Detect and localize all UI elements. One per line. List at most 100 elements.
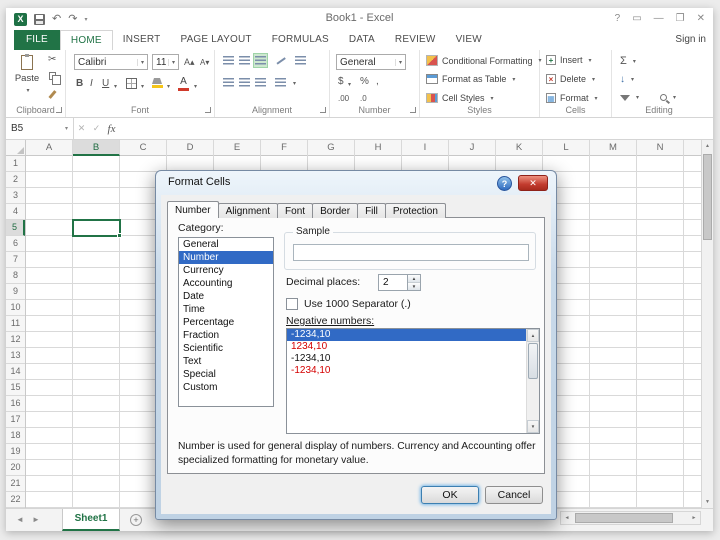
category-item-custom[interactable]: Custom: [179, 381, 273, 394]
number-dialog-launcher[interactable]: [410, 107, 416, 113]
row-header-18[interactable]: 18: [6, 428, 25, 444]
scroll-up-icon[interactable]: ▲: [527, 329, 539, 342]
autosum-button[interactable]: Σ ▾: [620, 55, 636, 67]
row-header-9[interactable]: 9: [6, 284, 25, 300]
help-icon[interactable]: ?: [615, 11, 621, 27]
column-header-c[interactable]: C: [120, 140, 167, 156]
merge-center-button[interactable]: [273, 75, 288, 90]
chevron-down-icon[interactable]: ▾: [114, 83, 117, 90]
underline-button[interactable]: U: [102, 78, 109, 90]
dialog-tab-number[interactable]: Number: [167, 201, 219, 218]
clipboard-dialog-launcher[interactable]: [56, 107, 62, 113]
align-right-button[interactable]: [253, 75, 268, 90]
percent-style-button[interactable]: %: [360, 76, 369, 88]
category-item-general[interactable]: General: [179, 238, 273, 251]
scroll-down-icon[interactable]: ▼: [527, 420, 539, 433]
ribbon-tab-insert[interactable]: INSERT: [113, 30, 171, 50]
row-header-13[interactable]: 13: [6, 348, 25, 364]
conditional-formatting-button[interactable]: Conditional Formatting ▾: [426, 55, 542, 66]
ribbon-tab-data[interactable]: DATA: [339, 30, 385, 50]
font-dialog-launcher[interactable]: [205, 107, 211, 113]
dialog-tab-fill[interactable]: Fill: [357, 203, 386, 218]
ribbon-tab-file[interactable]: FILE: [14, 30, 60, 50]
listbox-scrollbar[interactable]: ▲ ▼: [526, 329, 539, 433]
ribbon-tab-formulas[interactable]: FORMULAS: [262, 30, 339, 50]
column-header-f[interactable]: F: [261, 140, 308, 156]
row-header-22[interactable]: 22: [6, 492, 25, 508]
row-header-6[interactable]: 6: [6, 236, 25, 252]
category-item-text[interactable]: Text: [179, 355, 273, 368]
ribbon-tab-review[interactable]: REVIEW: [385, 30, 446, 50]
fill-color-button[interactable]: [152, 78, 163, 88]
row-header-3[interactable]: 3: [6, 188, 25, 204]
chevron-down-icon[interactable]: ▾: [348, 81, 351, 88]
sign-in-link[interactable]: Sign in: [675, 34, 706, 45]
font-color-button[interactable]: A: [178, 76, 189, 91]
column-header-i[interactable]: I: [402, 140, 449, 156]
grow-font-button[interactable]: A▴: [184, 56, 195, 68]
negative-option-1[interactable]: 1234,10: [287, 341, 539, 353]
row-header-19[interactable]: 19: [6, 444, 25, 460]
cut-button[interactable]: ✂: [48, 54, 56, 66]
name-box[interactable]: B5 ▾: [6, 118, 74, 139]
sort-filter-button[interactable]: ▾: [620, 94, 639, 101]
negative-option-0[interactable]: -1234,10: [287, 329, 539, 341]
row-header-14[interactable]: 14: [6, 364, 25, 380]
enter-entry-icon[interactable]: ✓: [89, 123, 104, 134]
next-sheet-icon[interactable]: ►: [32, 515, 40, 524]
negative-numbers-listbox[interactable]: ▲ ▼ -1234,10 1234,10 -1234,10 -1234,10: [286, 328, 540, 434]
dialog-help-icon[interactable]: ?: [497, 176, 512, 191]
orientation-button[interactable]: [273, 53, 288, 68]
bold-button[interactable]: B: [76, 78, 83, 90]
row-header-20[interactable]: 20: [6, 460, 25, 476]
category-item-scientific[interactable]: Scientific: [179, 342, 273, 355]
column-header-h[interactable]: H: [355, 140, 402, 156]
scroll-down-icon[interactable]: ▼: [702, 496, 713, 508]
row-header-17[interactable]: 17: [6, 412, 25, 428]
column-header-l[interactable]: L: [543, 140, 590, 156]
column-header-g[interactable]: G: [308, 140, 355, 156]
category-listbox[interactable]: General Number Currency Accounting Date Time P…: [178, 237, 274, 407]
insert-cells-button[interactable]: + Insert ▾: [546, 55, 592, 65]
chevron-down-icon[interactable]: ▾: [194, 83, 197, 90]
font-size-combo[interactable]: 11 ▾: [152, 54, 179, 70]
comma-style-button[interactable]: ,: [376, 76, 379, 88]
dialog-tab-font[interactable]: Font: [277, 203, 314, 218]
cancel-button[interactable]: Cancel: [485, 486, 543, 504]
align-left-button[interactable]: [221, 75, 236, 90]
horizontal-scrollbar[interactable]: ◄ ►: [560, 511, 701, 525]
select-all-corner[interactable]: [6, 140, 26, 156]
category-item-currency[interactable]: Currency: [179, 264, 273, 277]
borders-button[interactable]: [126, 78, 137, 89]
font-name-combo[interactable]: Calibri ▾: [74, 54, 148, 70]
dialog-tab-border[interactable]: Border: [312, 203, 359, 218]
row-header-4[interactable]: 4: [6, 204, 25, 220]
increase-decimal-button[interactable]: .00: [338, 93, 349, 105]
column-header-n[interactable]: N: [637, 140, 684, 156]
ok-button[interactable]: OK: [421, 486, 479, 504]
column-header-b[interactable]: B: [73, 140, 120, 156]
negative-option-2[interactable]: -1234,10: [287, 353, 539, 365]
close-icon[interactable]: ✕: [697, 11, 705, 27]
sheet-tab-sheet1[interactable]: Sheet1: [62, 509, 120, 531]
decimal-places-stepper[interactable]: ▲ ▼: [408, 274, 421, 291]
format-painter-button[interactable]: [48, 90, 57, 99]
column-header-m[interactable]: M: [590, 140, 637, 156]
column-header-e[interactable]: E: [214, 140, 261, 156]
top-align-button[interactable]: [221, 53, 236, 68]
horizontal-scroll-thumb[interactable]: [575, 513, 673, 523]
prev-sheet-icon[interactable]: ◄: [16, 515, 24, 524]
column-header-j[interactable]: J: [449, 140, 496, 156]
dialog-tab-alignment[interactable]: Alignment: [217, 203, 279, 218]
active-cell-b5[interactable]: [72, 219, 122, 238]
scroll-up-icon[interactable]: ▲: [702, 140, 713, 152]
dialog-tab-protection[interactable]: Protection: [384, 203, 446, 218]
scroll-right-icon[interactable]: ►: [688, 512, 700, 524]
category-item-special[interactable]: Special: [179, 368, 273, 381]
category-item-percentage[interactable]: Percentage: [179, 316, 273, 329]
decimal-places-input[interactable]: 2: [378, 274, 408, 291]
copy-button[interactable]: [49, 72, 61, 85]
format-cells-button[interactable]: ▦ Format ▾: [546, 93, 598, 103]
row-header-11[interactable]: 11: [6, 316, 25, 332]
number-format-combo[interactable]: General ▾: [336, 54, 406, 70]
